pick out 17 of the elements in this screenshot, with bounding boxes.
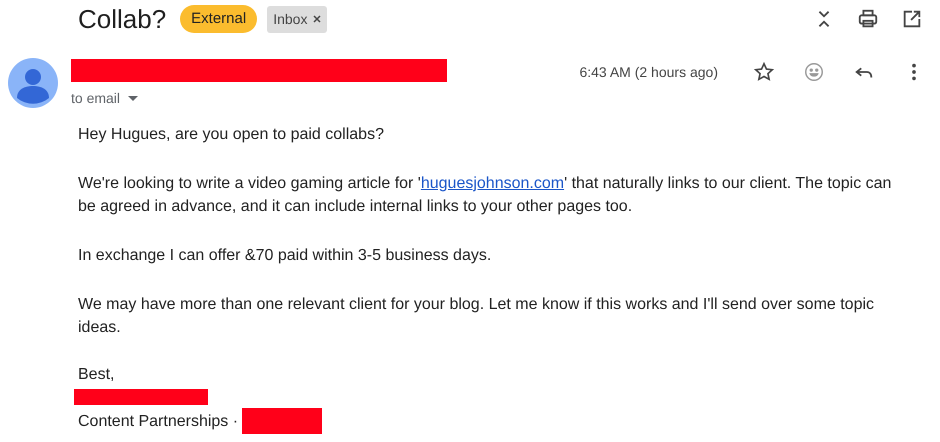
emoji-icon[interactable]	[802, 60, 826, 84]
timestamp: 6:43 AM (2 hours ago)	[579, 63, 718, 82]
signature-title: Content Partnerships ·	[78, 412, 238, 432]
label-chip[interactable]: External	[180, 4, 258, 34]
body-paragraph: We're looking to write a video gaming article for 'huguesjohnson.com' that naturally links to our client. The topic can be agreed in advance, and it can include internal links to your other pages too.	[78, 174, 892, 217]
website-link[interactable]: huguesjohnson.com	[420, 175, 564, 192]
subject-title: Collab?	[78, 6, 166, 32]
avatar-icon	[8, 58, 58, 108]
recipient-text: to email	[71, 89, 120, 108]
label-chip[interactable]: Inbox	[267, 6, 328, 32]
signature-closing: Best,	[78, 365, 116, 385]
body-paragraph: In exchange I can offer &70 paid within 3-5 business days.	[78, 246, 492, 266]
star-icon[interactable]	[752, 60, 776, 84]
body-paragraph: We may have more than one relevant client for your blog. Let me know if this works and I'll send over some topic ideas.	[78, 295, 876, 338]
dropdown-caret-icon[interactable]	[128, 96, 138, 102]
body-paragraph: Hey Hugues, are you open to paid collabs?	[78, 125, 385, 145]
close-icon[interactable]	[313, 15, 322, 23]
